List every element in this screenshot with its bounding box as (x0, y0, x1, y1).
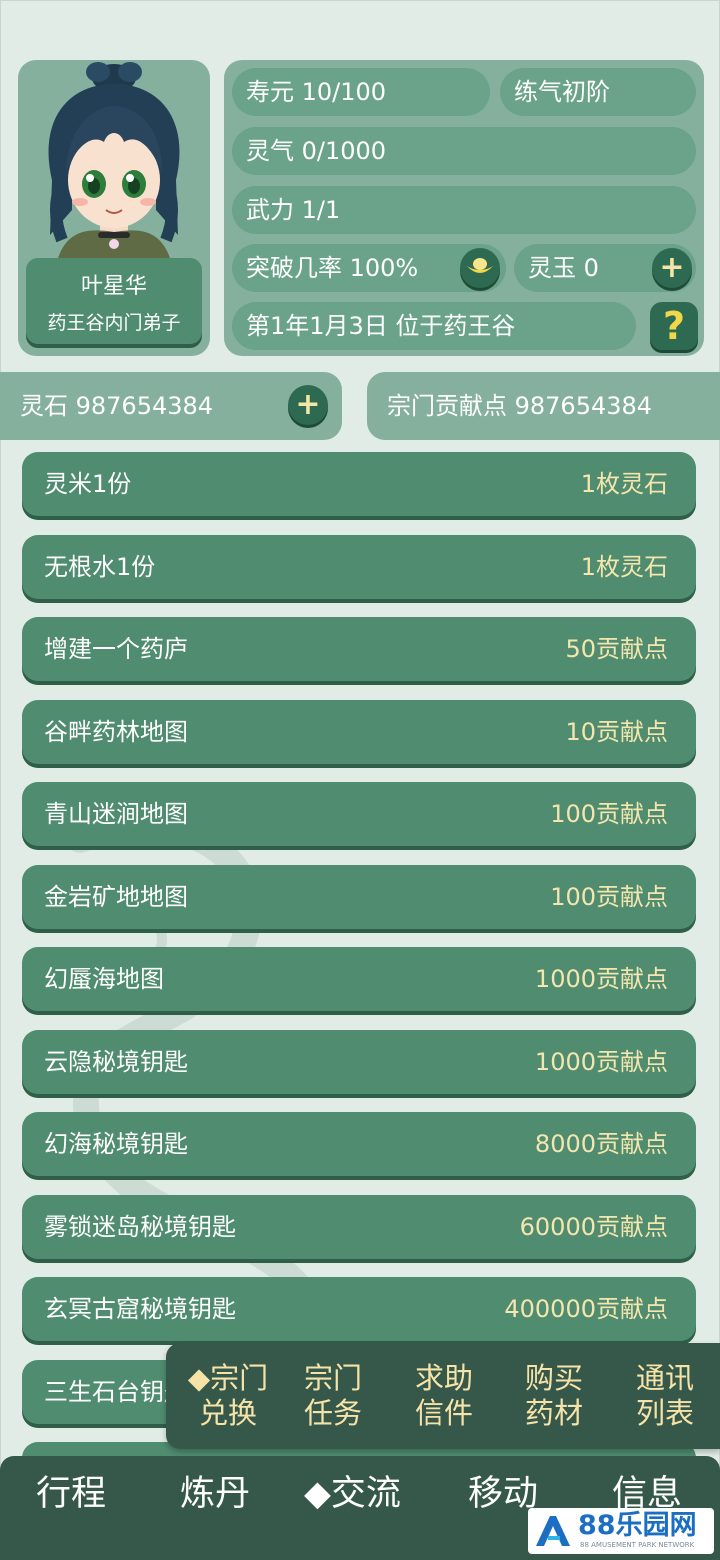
exchange-item[interactable]: 幻海秘境钥匙 8000贡献点 (22, 1112, 696, 1176)
character-name: 叶星华 (80, 274, 147, 299)
plus-icon: + (295, 387, 321, 422)
character-panel: 叶星华 药王谷内门弟子 (18, 60, 210, 356)
item-price: 50贡献点 (565, 635, 668, 663)
item-price: 8000贡献点 (534, 1130, 668, 1158)
item-label: 幻海秘境钥匙 (44, 1130, 188, 1158)
submenu-line: 求助 (414, 1361, 473, 1395)
help-button[interactable]: ? (650, 302, 698, 350)
spirit-stone-label: 灵石 987654384 (20, 392, 214, 420)
plus-icon: + (659, 250, 685, 285)
item-label: 云隐秘境钥匙 (44, 1048, 188, 1076)
item-label: 青山迷涧地图 (44, 800, 188, 828)
force-stat: 武力 1/1 (232, 186, 696, 234)
exchange-item[interactable]: 无根水1份 1枚灵石 (22, 535, 696, 599)
sect-contribution-label: 宗门贡献点 987654384 (387, 392, 653, 420)
exchange-item[interactable]: 青山迷涧地图 100贡献点 (22, 782, 696, 846)
item-price: 400000贡献点 (504, 1295, 668, 1323)
breakthrough-button[interactable] (460, 248, 500, 288)
item-price: 100贡献点 (550, 800, 668, 828)
item-price: 1枚灵石 (580, 553, 668, 581)
submenu-line: 任务 (303, 1396, 362, 1430)
submenu-line: 列表 (635, 1396, 694, 1430)
submenu-sect-exchange[interactable]: ◆宗门 兑换 (178, 1361, 278, 1431)
site-watermark: 88乐园网 88 AMUSEMENT PARK NETWORK (528, 1508, 714, 1554)
character-title: 药王谷内门弟子 (47, 312, 181, 334)
date-location-stat: 第1年1月3日 位于药王谷 (232, 302, 636, 350)
submenu-buy-herbs[interactable]: 购买 药材 (511, 1361, 597, 1431)
submenu-sect-task[interactable]: 宗门 任务 (290, 1361, 376, 1431)
communication-submenu: ◆宗门 兑换 宗门 任务 求助 信件 购买 药材 通讯 列表 (166, 1343, 720, 1449)
exchange-item[interactable]: 雾锁迷岛秘境钥匙 60000贡献点 (22, 1195, 696, 1259)
add-spirit-stone-button[interactable]: + (288, 385, 328, 425)
submenu-line: 通讯 (635, 1361, 694, 1395)
exchange-item[interactable]: 云隐秘境钥匙 1000贡献点 (22, 1030, 696, 1094)
lifespan-stat: 寿元 10/100 (232, 68, 490, 116)
submenu-help-letter[interactable]: 求助 信件 (401, 1361, 487, 1431)
watermark-text: 88乐园网 (578, 1510, 697, 1541)
add-spirit-jade-button[interactable]: + (652, 248, 692, 288)
exchange-item[interactable]: 玄冥古窟秘境钥匙 400000贡献点 (22, 1277, 696, 1341)
watermark-subtext: 88 AMUSEMENT PARK NETWORK (580, 1541, 695, 1549)
submenu-line: 兑换 (198, 1396, 257, 1430)
item-price: 1000贡献点 (534, 965, 668, 993)
realm-stat: 练气初阶 (500, 68, 696, 116)
item-label: 金岩矿地地图 (44, 883, 188, 911)
sect-contribution-balance: 宗门贡献点 987654384 (367, 372, 720, 440)
submenu-line: ◆宗门 (187, 1361, 269, 1395)
item-label: 灵米1份 (44, 470, 132, 498)
nav-itinerary[interactable]: 行程 (36, 1466, 106, 1522)
item-label: 谷畔药林地图 (44, 718, 188, 746)
submenu-line: 信件 (414, 1396, 473, 1430)
submenu-line: 药材 (524, 1396, 583, 1430)
exchange-item[interactable]: 金岩矿地地图 100贡献点 (22, 865, 696, 929)
item-price: 60000贡献点 (519, 1213, 668, 1241)
breakthrough-chance-label: 突破几率 100% (246, 254, 419, 282)
character-name-card[interactable]: 叶星华 药王谷内门弟子 (26, 258, 202, 344)
item-label: 雾锁迷岛秘境钥匙 (44, 1213, 236, 1241)
spirit-qi-stat: 灵气 0/1000 (232, 127, 696, 175)
ingot-icon (467, 258, 493, 273)
item-label: 玄冥古窟秘境钥匙 (44, 1295, 236, 1323)
exchange-item[interactable]: 幻蜃海地图 1000贡献点 (22, 947, 696, 1011)
item-label: 幻蜃海地图 (44, 965, 164, 993)
item-price: 1枚灵石 (580, 470, 668, 498)
exchange-item[interactable]: 增建一个药庐 50贡献点 (22, 617, 696, 681)
item-price: 1000贡献点 (534, 1048, 668, 1076)
spirit-jade-label: 灵玉 0 (528, 254, 599, 282)
exchange-item[interactable]: 灵米1份 1枚灵石 (22, 452, 696, 516)
item-price: 10贡献点 (565, 718, 668, 746)
character-avatar[interactable] (28, 60, 200, 258)
item-label: 无根水1份 (44, 553, 156, 581)
nav-communication[interactable]: ◆交流 (304, 1466, 401, 1522)
item-label: 增建一个药庐 (44, 635, 188, 663)
item-price: 100贡献点 (550, 883, 668, 911)
question-icon: ? (662, 304, 686, 348)
submenu-contact-list[interactable]: 通讯 列表 (622, 1361, 708, 1431)
nav-alchemy[interactable]: 炼丹 (180, 1466, 250, 1522)
stats-panel: 寿元 10/100 练气初阶 灵气 0/1000 武力 1/1 突破几率 100… (224, 60, 704, 356)
watermark-logo-icon (536, 1516, 570, 1546)
exchange-item[interactable]: 谷畔药林地图 10贡献点 (22, 700, 696, 764)
submenu-line: 购买 (524, 1361, 583, 1395)
submenu-line: 宗门 (303, 1361, 362, 1395)
